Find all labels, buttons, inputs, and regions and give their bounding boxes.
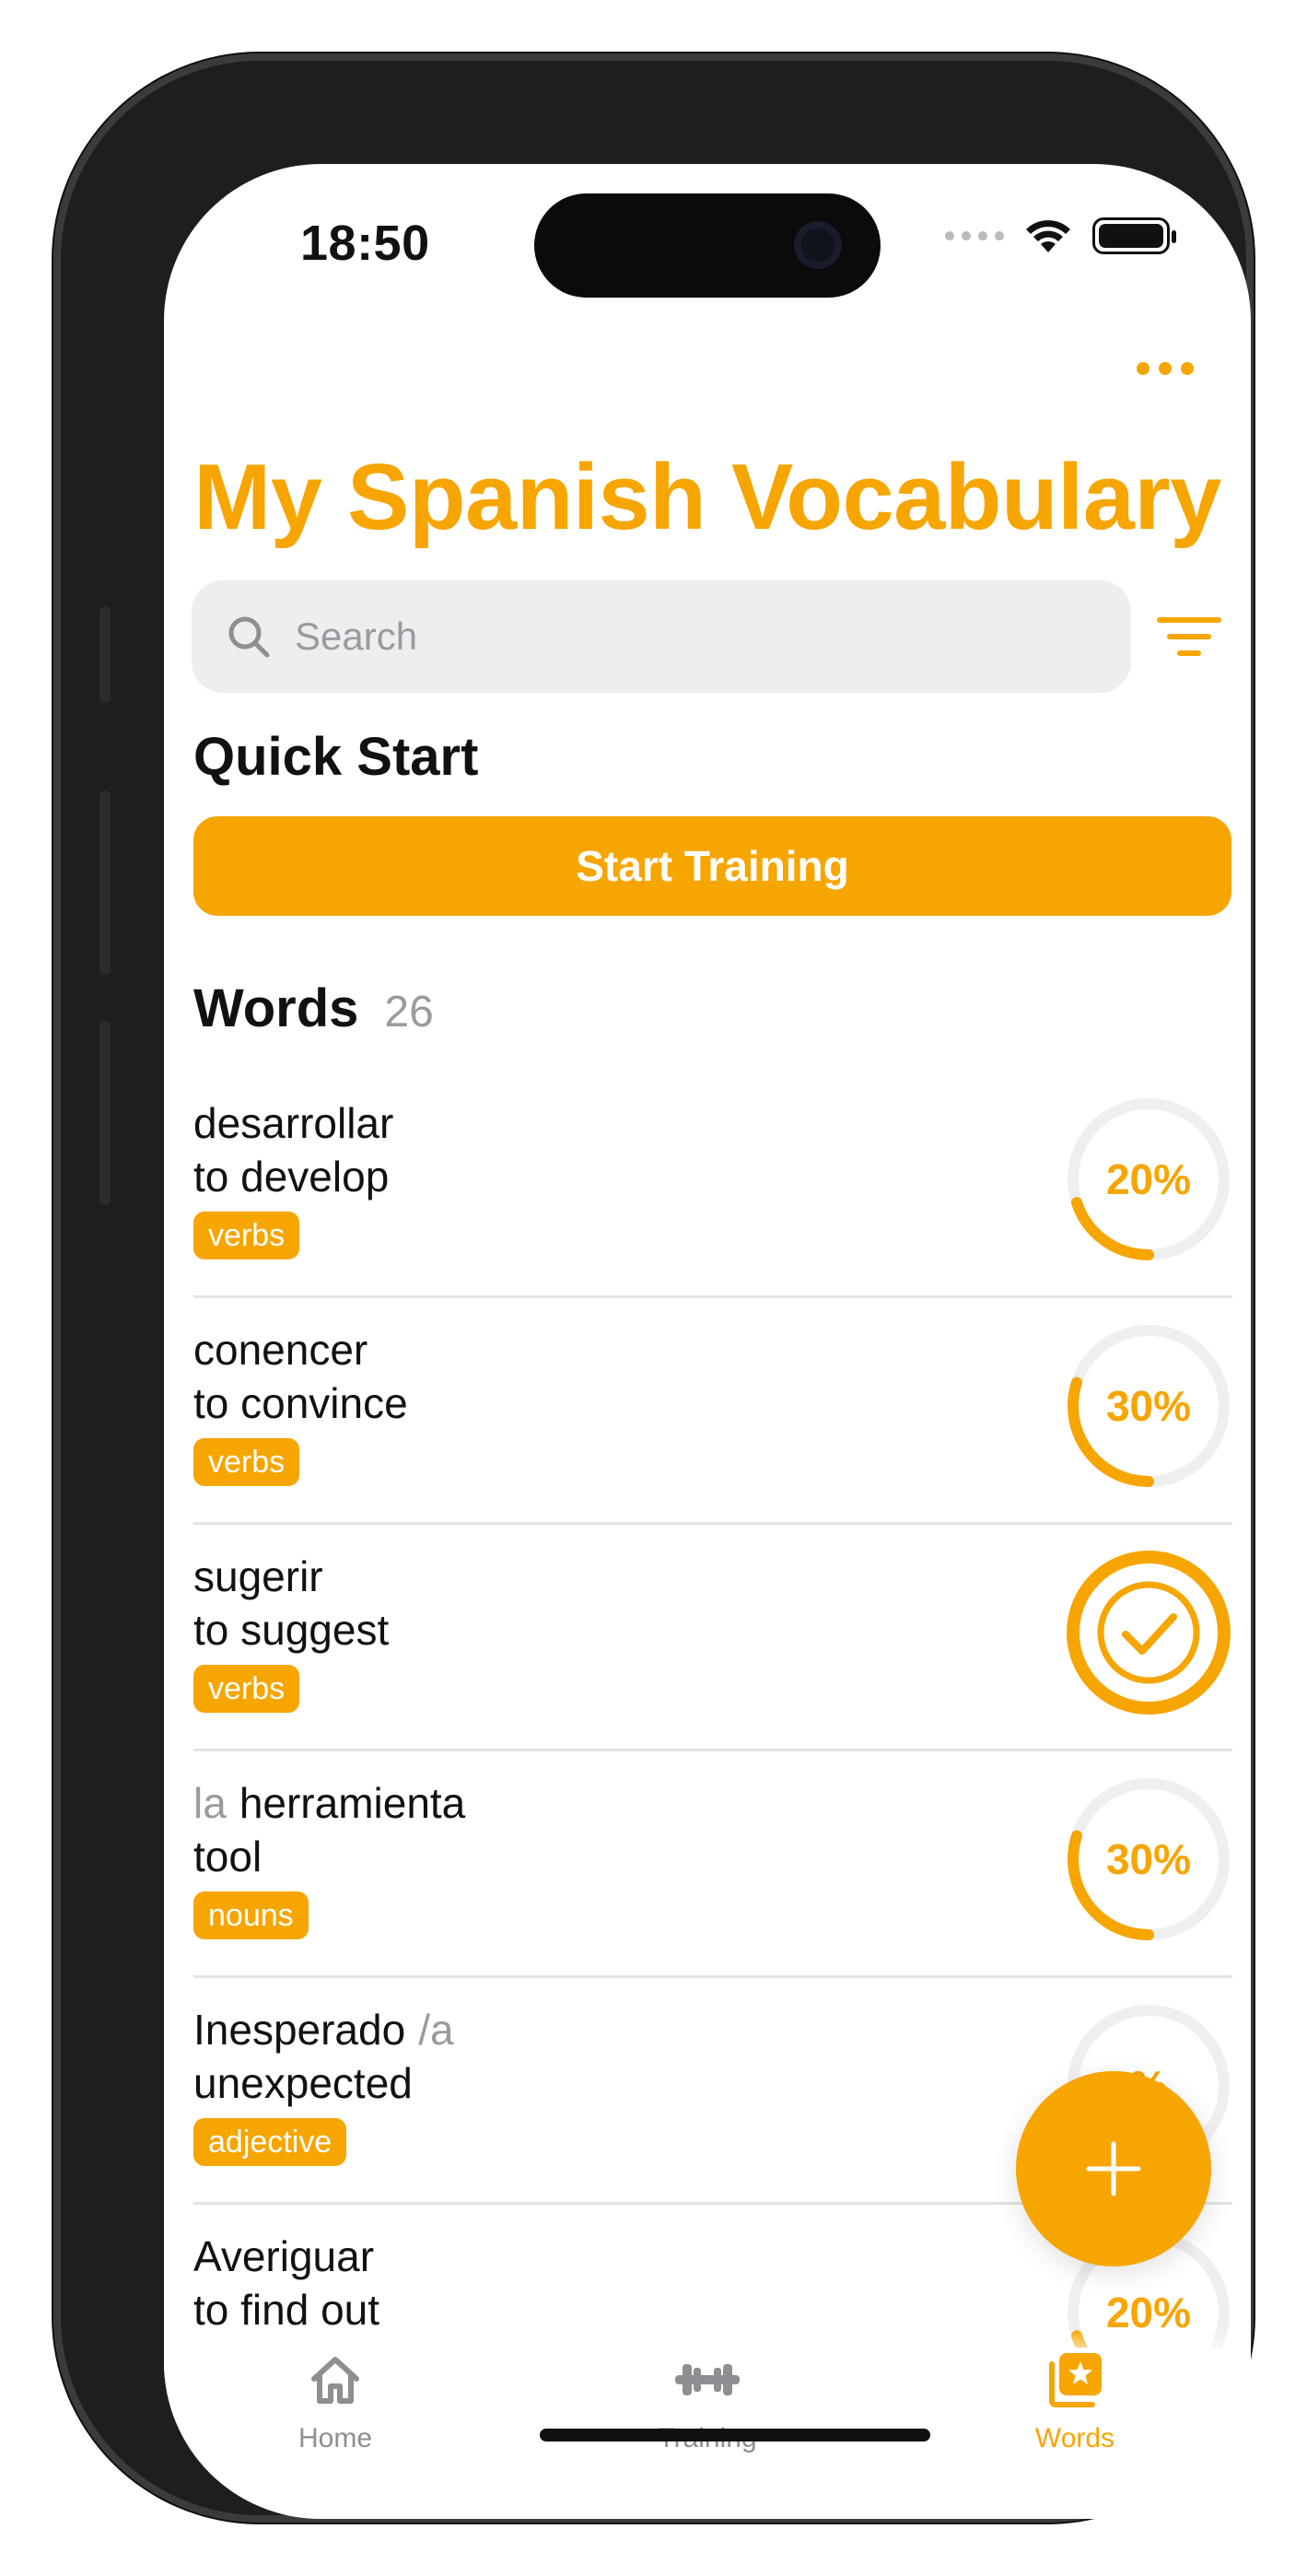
more-options-icon[interactable] — [1137, 362, 1194, 375]
tag-badge: nouns — [193, 1891, 309, 1939]
battery-icon — [1092, 217, 1176, 254]
filter-icon[interactable] — [1157, 614, 1221, 660]
tab-home[interactable]: Home — [197, 2348, 473, 2454]
word-main: desarrollar — [193, 1099, 394, 1147]
search-input[interactable]: Search — [192, 580, 1131, 693]
plus-icon — [1086, 2141, 1141, 2196]
word-row[interactable]: desarrollar to develop verbs 20% — [193, 1071, 1232, 1298]
status-time: 18:50 — [300, 216, 430, 271]
words-heading-label: Words — [193, 978, 359, 1038]
word-row[interactable]: la herramienta tool nouns 30% — [193, 1751, 1232, 1978]
tag-badge: verbs — [193, 1665, 300, 1713]
dumbbell-icon — [569, 2348, 846, 2412]
tag-badge: verbs — [193, 1438, 300, 1486]
home-icon — [197, 2348, 473, 2412]
words-count: 26 — [384, 988, 434, 1036]
word-article: la — [193, 1779, 227, 1827]
word-text: sugerir — [193, 1549, 323, 1604]
word-text: conencer — [193, 1322, 368, 1377]
progress-percent: 30% — [1105, 1382, 1192, 1430]
progress-ring: 30% — [1065, 1775, 1232, 1943]
progress-ring — [1065, 1549, 1232, 1716]
word-main: sugerir — [193, 1552, 323, 1600]
word-main: conencer — [193, 1326, 368, 1374]
word-text: Inesperado/a — [193, 2002, 454, 2057]
progress-percent: 20% — [1105, 1155, 1192, 1203]
tag-badge: adjective — [193, 2118, 347, 2166]
page-title: My Spanish Vocabulary — [193, 446, 1221, 549]
word-translation: unexpected — [193, 2059, 413, 2107]
word-suffix: /a — [418, 2006, 454, 2054]
wifi-icon — [1026, 220, 1070, 252]
dynamic-island — [534, 193, 881, 298]
search-icon — [227, 615, 271, 659]
word-text: desarrollar — [193, 1095, 393, 1151]
tab-words-label: Words — [1034, 2423, 1115, 2453]
start-training-button[interactable]: Start Training — [193, 816, 1231, 916]
star-stack-icon — [937, 2348, 1213, 2412]
tab-home-label: Home — [298, 2423, 373, 2453]
word-row[interactable]: conencer to convince verbs 30% — [193, 1298, 1232, 1525]
volume-up-button — [99, 790, 111, 975]
word-main: Averiguar — [193, 2232, 375, 2280]
signal-dots-icon — [945, 231, 1004, 240]
word-text: la herramienta — [193, 1775, 465, 1831]
word-translation: to convince — [193, 1379, 408, 1427]
tab-words[interactable]: Words — [937, 2348, 1213, 2454]
home-indicator — [540, 2429, 930, 2441]
words-heading: Words 26 — [193, 978, 434, 1039]
word-translation: to develop — [193, 1153, 390, 1200]
camera-icon — [794, 221, 842, 269]
device-frame: 18:50 My Spanish Vocabulary Search Quick… — [53, 53, 1254, 2523]
action-button — [99, 606, 111, 703]
progress-percent: 30% — [1105, 1835, 1192, 1883]
word-translation: to suggest — [193, 1606, 390, 1654]
volume-down-button — [99, 1021, 111, 1205]
status-indicators — [945, 217, 1176, 254]
progress-ring: 20% — [1065, 1095, 1232, 1263]
word-main: Inesperado — [193, 2006, 406, 2054]
tag-badge: verbs — [193, 1212, 300, 1259]
word-translation: tool — [193, 1832, 263, 1880]
word-text: Averiguar — [193, 2229, 374, 2284]
progress-ring: 30% — [1065, 1322, 1232, 1490]
word-row[interactable]: sugerir to suggest verbs — [193, 1525, 1232, 1751]
quick-start-heading: Quick Start — [193, 727, 479, 787]
checkmark-icon — [1122, 1613, 1177, 1655]
screen: 18:50 My Spanish Vocabulary Search Quick… — [164, 164, 1251, 2519]
search-placeholder: Search — [295, 615, 418, 658]
add-word-button[interactable] — [1016, 2071, 1211, 2266]
word-main: herramienta — [239, 1779, 466, 1827]
